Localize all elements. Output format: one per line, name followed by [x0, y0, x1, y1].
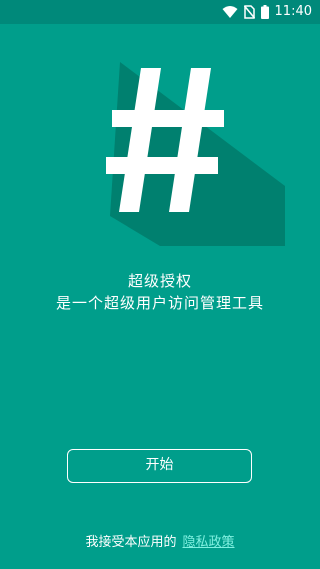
status-time: 11:40: [274, 4, 312, 19]
app-screen: 11:40 超级授权 是一个超级用户访问管理工具 开始 我接受本应用的 隐私政策: [0, 0, 320, 569]
su-hash-logo: [0, 56, 320, 246]
headline: 超级授权 是一个超级用户访问管理工具: [0, 270, 320, 314]
headline-subtitle: 是一个超级用户访问管理工具: [55, 294, 264, 312]
privacy-consent: 我接受本应用的 隐私政策: [0, 534, 320, 552]
status-icons: 11:40: [222, 4, 312, 20]
no-sim-icon: [243, 5, 255, 19]
status-bar: 11:40: [0, 0, 320, 24]
headline-title: 超级授权: [127, 272, 192, 290]
start-button[interactable]: 开始: [67, 449, 252, 483]
battery-icon: [260, 5, 269, 19]
privacy-policy-link[interactable]: 隐私政策: [183, 535, 235, 550]
consent-text: 我接受本应用的: [85, 535, 177, 550]
wifi-icon: [222, 5, 238, 19]
